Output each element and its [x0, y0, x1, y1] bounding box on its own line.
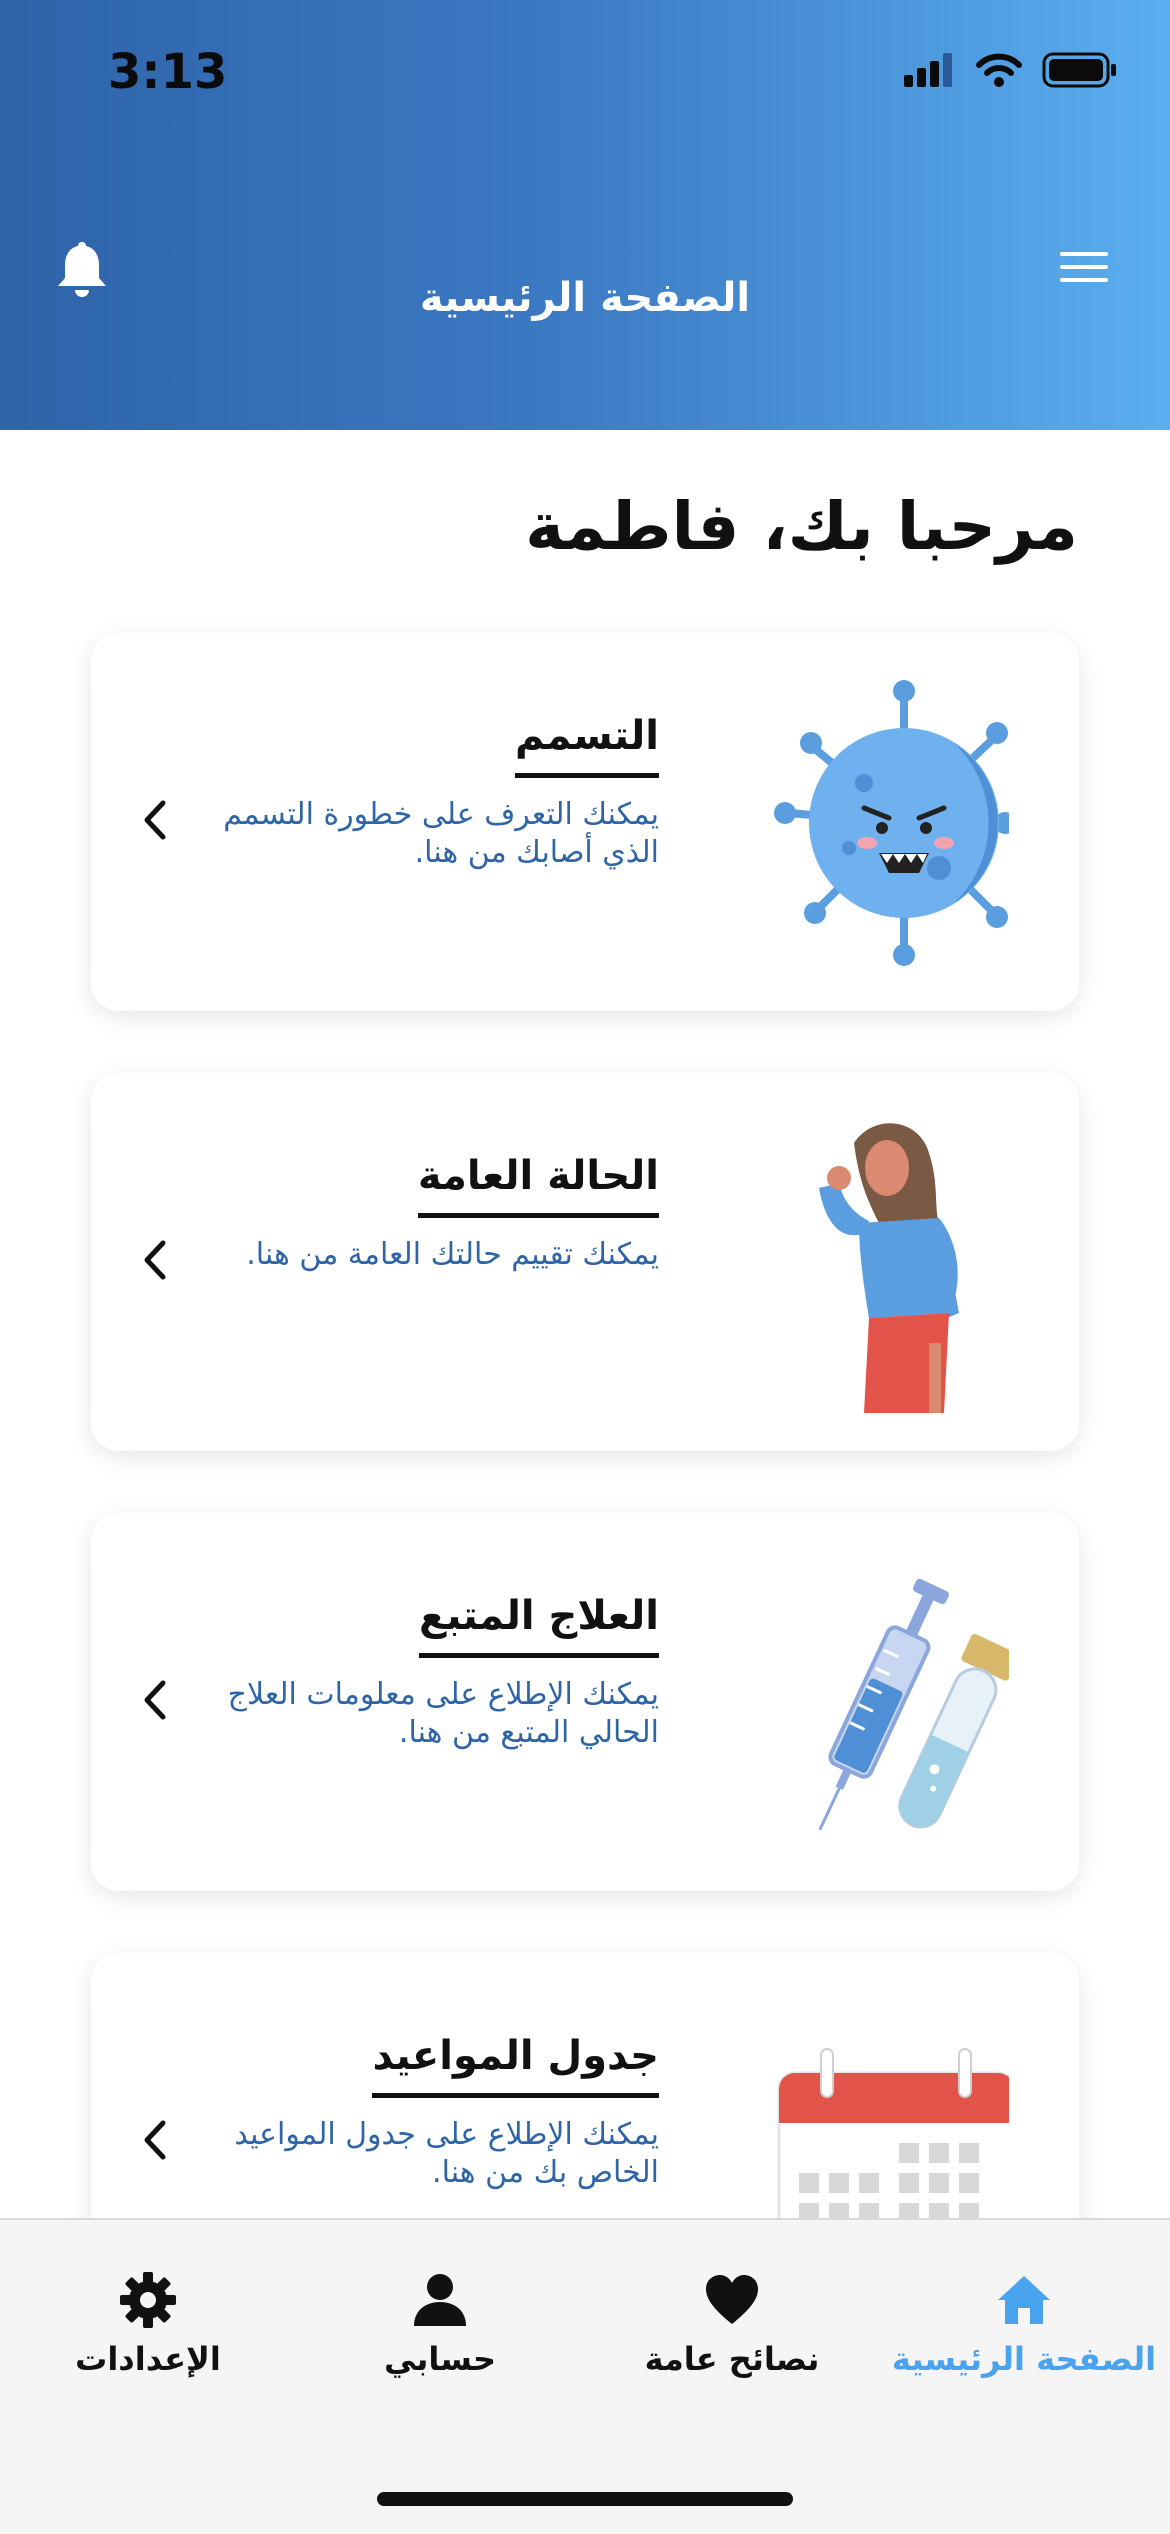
- chevron-left-icon[interactable]: [135, 1235, 175, 1285]
- tab-home[interactable]: الصفحة الرئيسية: [878, 2270, 1170, 2378]
- welcome-heading: مرحبا بك، فاطمة: [525, 488, 1078, 565]
- card-description: يمكنك الإطلاع على معلومات العلاج الحالي …: [227, 1677, 659, 1750]
- heart-icon: [706, 2275, 758, 2324]
- card-title: الحالة العامة: [417, 1153, 659, 1218]
- tab-settings[interactable]: الإعدادات: [2, 2270, 294, 2378]
- card-title: التسمم: [515, 713, 659, 778]
- app-header: 3:13 الصفحة الرئيسية: [0, 0, 1170, 430]
- card-text: الحالة العامة يمكنك تقييم حالتك العامة م…: [159, 1153, 659, 1274]
- card-title: جدول المواعيد: [372, 2033, 659, 2098]
- user-icon: [414, 2274, 466, 2326]
- chevron-left-icon[interactable]: [135, 1675, 175, 1725]
- card-text: العلاج المتبع يمكنك الإطلاع على معلومات …: [159, 1593, 659, 1751]
- wifi-icon: [976, 53, 1022, 87]
- card-text: جدول المواعيد يمكنك الإطلاع على جدول الم…: [159, 2033, 659, 2191]
- tab-general-tips[interactable]: نصائح عامة: [586, 2270, 878, 2378]
- status-icons: [904, 52, 1118, 88]
- tab-general-tips-label: نصائح عامة: [644, 2340, 820, 2378]
- status-time: 3:13: [108, 44, 228, 100]
- card-title: العلاج المتبع: [419, 1593, 659, 1658]
- gear-icon: [120, 2272, 176, 2328]
- home-indicator: [377, 2492, 793, 2506]
- chevron-left-icon[interactable]: [135, 795, 175, 845]
- syringe-vial-illustration: [818, 1578, 1009, 1831]
- page-title: الصفحة الرئيسية: [419, 275, 751, 321]
- card-description: يمكنك الإطلاع على جدول المواعيد الخاص بك…: [234, 2117, 659, 2190]
- chevron-left-icon[interactable]: [135, 2115, 175, 2165]
- tab-home-label: الصفحة الرئيسية: [891, 2340, 1157, 2378]
- tab-account[interactable]: حسابي: [294, 2270, 586, 2378]
- tab-settings-label: الإعدادات: [75, 2340, 221, 2378]
- card-description: يمكنك التعرف على خطورة التسمم الذي أصابك…: [223, 797, 659, 870]
- card-poisoning[interactable]: التسمم يمكنك التعرف على خطورة التسمم الذ…: [91, 633, 1079, 1011]
- cellular-signal-icon: [904, 53, 952, 87]
- card-description: يمكنك تقييم حالتك العامة من هنا.: [246, 1237, 659, 1272]
- bottom-tab-bar: الصفحة الرئيسية نصائح عامة حسابي الإعداد…: [0, 2218, 1170, 2534]
- menu-icon[interactable]: [1060, 252, 1108, 282]
- sick-woman-illustration: [819, 1123, 959, 1413]
- card-general-condition[interactable]: الحالة العامة يمكنك تقييم حالتك العامة م…: [91, 1073, 1079, 1451]
- home-icon: [998, 2276, 1050, 2324]
- card-treatment[interactable]: العلاج المتبع يمكنك الإطلاع على معلومات …: [91, 1513, 1079, 1891]
- card-text: التسمم يمكنك التعرف على خطورة التسمم الذ…: [159, 713, 659, 871]
- virus-illustration: [774, 680, 1009, 966]
- tab-account-label: حسابي: [383, 2340, 497, 2378]
- battery-icon: [1042, 52, 1116, 88]
